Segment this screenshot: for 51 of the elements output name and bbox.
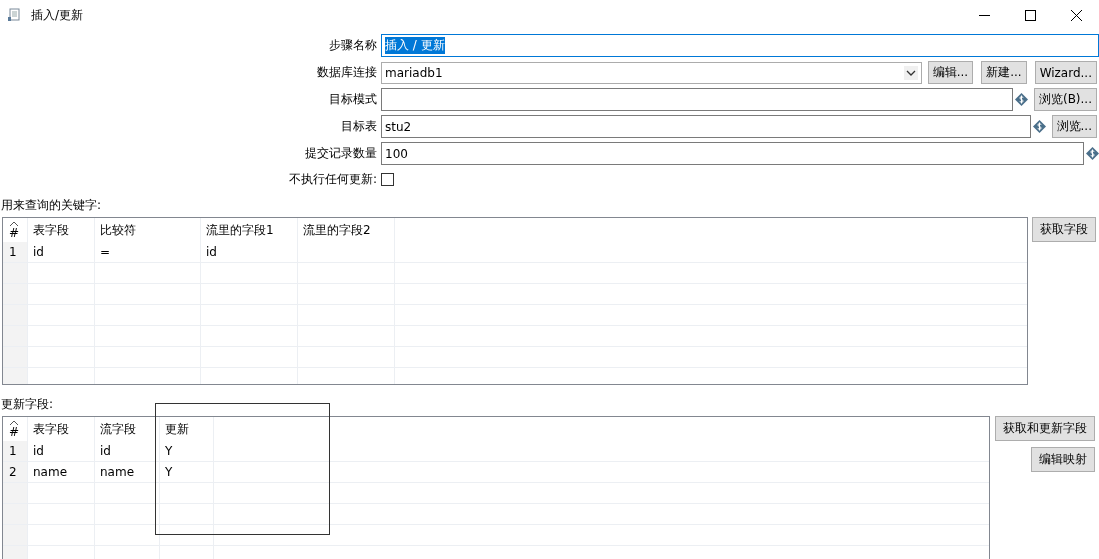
table-cell: id [33,245,44,259]
column-header[interactable]: 更新 [165,420,189,438]
field-label: 数据库连接 [316,64,378,81]
table-cell: Y [165,465,173,479]
close-icon[interactable] [1070,9,1082,21]
table-cell: name [33,465,68,479]
minimize-icon[interactable] [978,14,990,16]
field-label: 不执行任何更新: [287,171,378,188]
action-button[interactable]: 编辑... [927,61,974,84]
action-button[interactable]: 获取字段 [1032,217,1096,242]
field-label: 目标表 [340,118,378,135]
action-button[interactable]: 新建... [981,61,1027,84]
column-header[interactable]: 表字段 [33,420,69,438]
maximize-icon[interactable] [1024,9,1036,21]
field-label: 目标模式 [328,91,378,108]
column-header[interactable]: # [9,225,20,240]
action-button[interactable]: 浏览... [1051,115,1097,138]
field-label: 步骤名称 [328,37,378,54]
section-label: 更新字段: [1,396,55,413]
table-cell: name [100,465,135,479]
column-header[interactable]: 流里的字段1 [206,221,274,239]
action-button[interactable]: 编辑映射 [1031,447,1095,472]
table-cell: id [33,444,44,458]
field-label: 提交记录数量 [304,145,378,162]
chevron-down-icon [903,65,918,80]
table-cell: id [206,245,217,259]
column-header[interactable]: 比较符 [100,221,136,239]
row-number: 1 [9,245,17,259]
text-field[interactable]: 100 [381,142,1084,165]
checkbox[interactable] [381,173,394,186]
sort-caret-icon [9,220,19,226]
text-field[interactable] [381,88,1013,111]
column-header[interactable]: # [9,424,20,439]
table-cell: = [100,245,111,259]
row-number: 1 [9,444,17,458]
window-title: 插入/更新 [31,6,84,24]
dropdown[interactable]: mariadb1 [381,61,922,84]
column-header[interactable]: 表字段 [33,221,69,239]
text-field[interactable]: stu2 [381,115,1031,138]
column-header[interactable]: 流里的字段2 [303,221,371,239]
table-cell: Y [165,444,173,458]
sort-caret-icon [9,419,19,425]
table-cell: id [100,444,111,458]
action-button[interactable]: Wizard... [1034,61,1097,84]
app-icon [7,8,21,22]
action-button[interactable]: 获取和更新字段 [995,416,1095,441]
action-button[interactable]: 浏览(B)... [1033,88,1097,111]
section-label: 用来查询的关键字: [1,197,103,214]
column-header[interactable]: 流字段 [100,420,136,438]
text-field[interactable]: 插入 / 更新 [381,34,1099,57]
row-number: 2 [9,465,17,479]
